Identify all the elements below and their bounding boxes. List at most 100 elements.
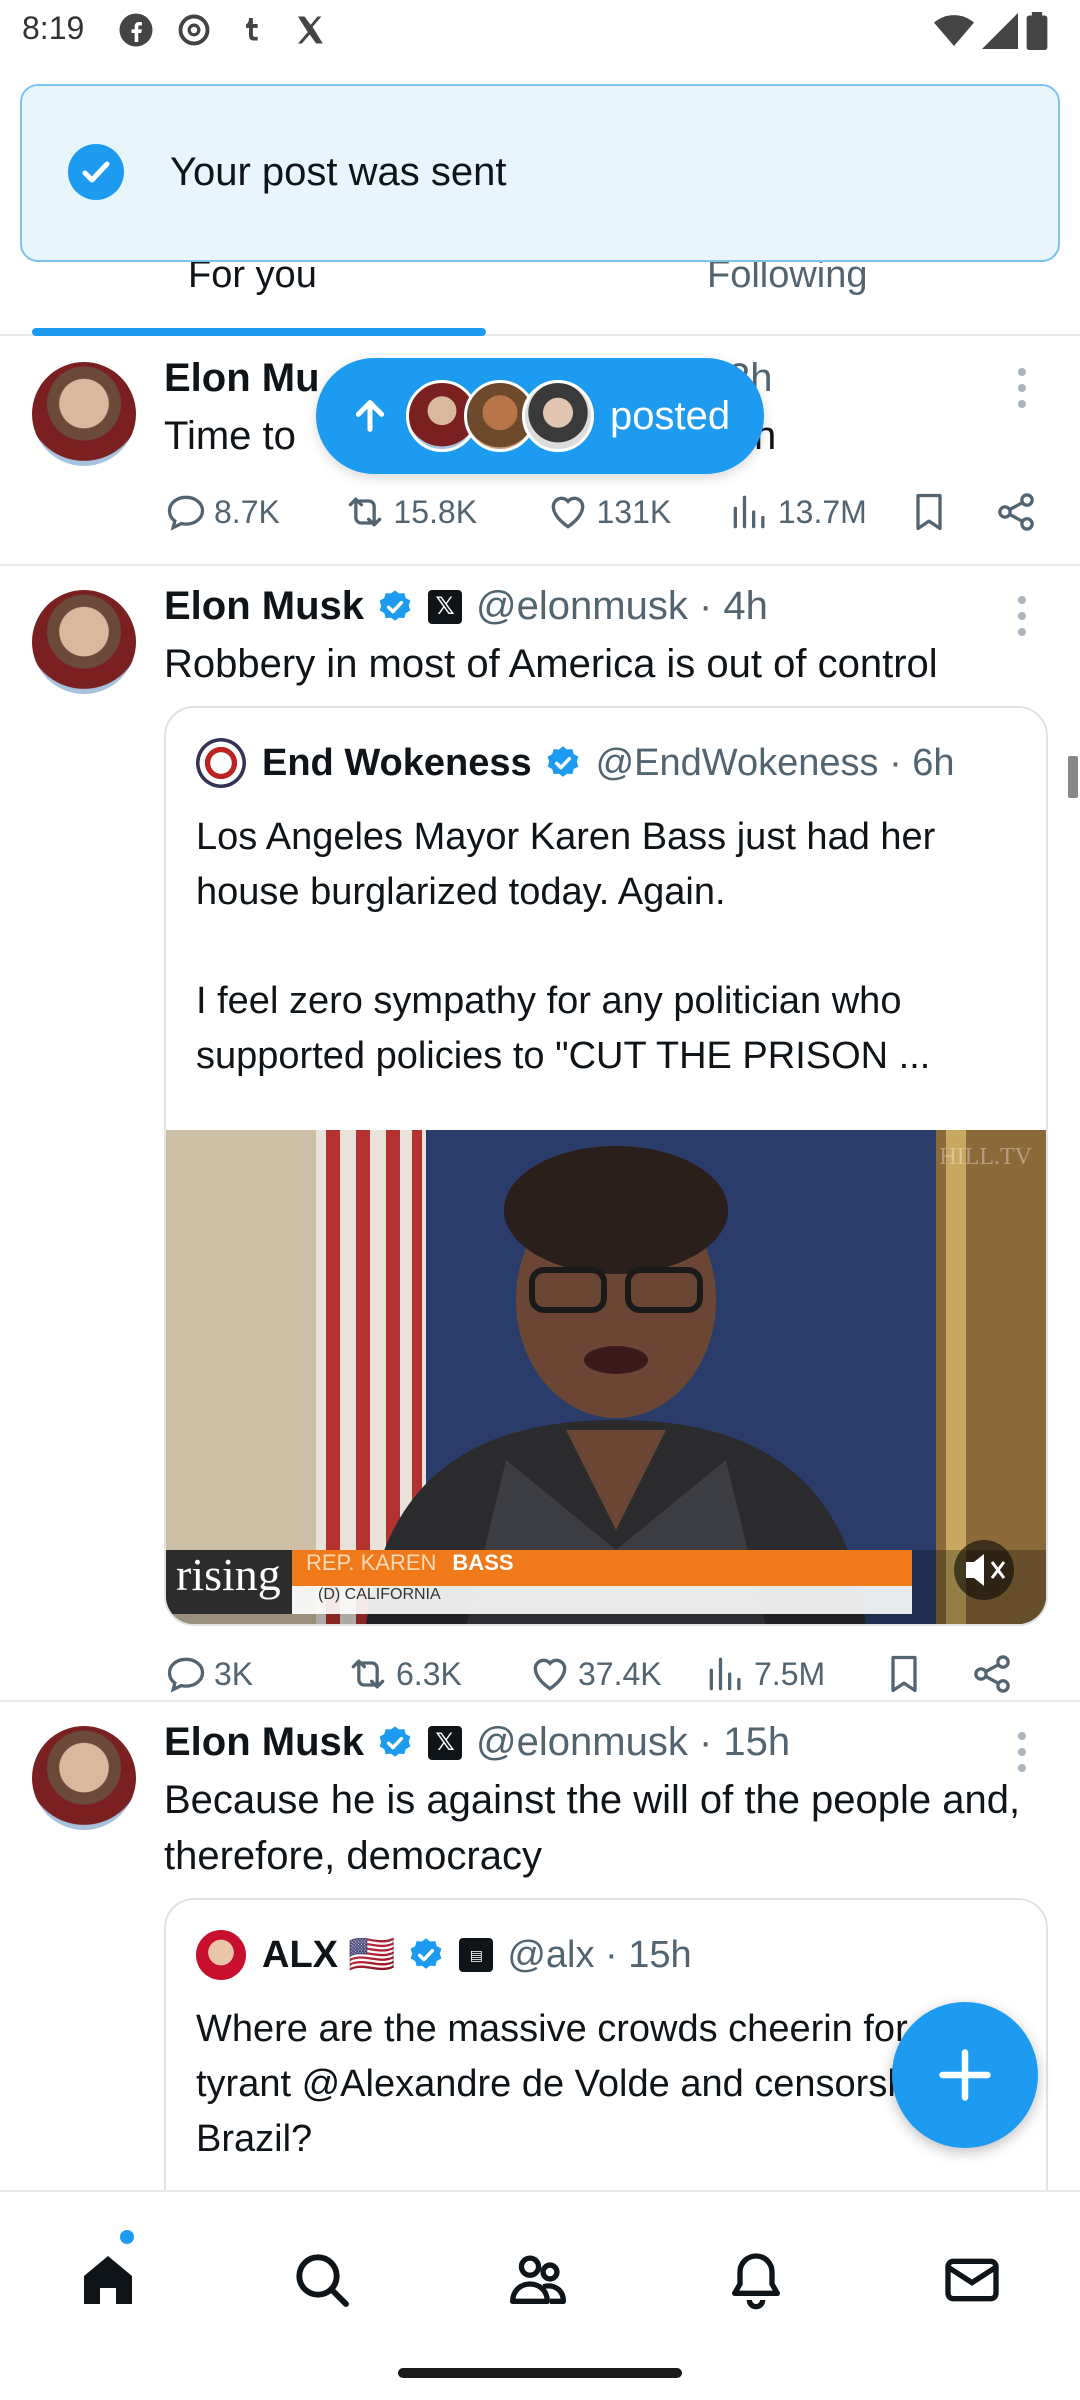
like-count: 37.4K [578, 1655, 662, 1692]
views-button[interactable]: 7.5M [704, 1652, 882, 1696]
quoted-post-header: ALX 🇺🇸 ▤ @alx · 15h [196, 1930, 692, 1980]
new-posts-pill[interactable]: posted [316, 358, 764, 474]
scrollbar[interactable] [1068, 756, 1078, 798]
quoted-author-name: ALX [262, 1933, 338, 1976]
repost-button[interactable]: 15.8K [343, 490, 546, 534]
like-count: 131K [596, 493, 672, 530]
repost-button[interactable]: 6.3K [346, 1652, 528, 1696]
post-text: Because he is against the will of the pe… [164, 1778, 1021, 1878]
author-handle: @elonmusk · 15h [476, 1720, 791, 1764]
x-affiliate-badge-icon: 𝕏 [428, 1725, 463, 1760]
author-handle: @elonmusk · 4h [476, 584, 768, 628]
views-chart-icon [709, 1657, 741, 1691]
new-posts-label: posted [610, 393, 731, 438]
new-posts-avatars [406, 380, 594, 452]
avatar[interactable] [32, 590, 136, 694]
share-icon [974, 1655, 1010, 1693]
battery-icon [1026, 12, 1048, 50]
x-icon [298, 16, 323, 44]
compose-button[interactable] [892, 2002, 1038, 2148]
bookmark-button[interactable] [907, 490, 994, 534]
bell-icon [732, 2253, 780, 2310]
author-name[interactable]: Elon Mu [164, 356, 320, 401]
verified-badge-icon [410, 1938, 442, 1969]
video-thumbnail[interactable]: HILL.TV rising REP. KAREN BASS (D) CALIF… [166, 1130, 1046, 1624]
status-time: 8:19 [22, 10, 85, 46]
affiliate-badge-icon: ▤ [459, 1938, 494, 1972]
threads-icon [178, 14, 210, 46]
signal-icon [982, 13, 1018, 49]
heart-icon [533, 1658, 567, 1691]
tumblr-icon [246, 18, 258, 41]
reply-icon [167, 495, 205, 531]
avatar [196, 1930, 246, 1980]
repost-count: 6.3K [396, 1655, 462, 1692]
lower-third-name: REP. KAREN [306, 1550, 437, 1575]
quoted-author-handle: @alx · 15h [507, 1933, 692, 1976]
search-icon [296, 2254, 349, 2307]
us-flag-icon: 🇺🇸 [348, 1934, 396, 1976]
post-header: Elon Musk 𝕏 @elonmusk · 4h [164, 584, 768, 629]
repost-icon [349, 497, 382, 527]
heart-icon [552, 496, 585, 529]
author-name[interactable]: Elon Musk [164, 1720, 364, 1765]
wifi-icon [934, 15, 974, 46]
bookmark-icon [891, 1655, 917, 1693]
reply-button[interactable]: 8.7K [164, 490, 343, 534]
show-logo: rising [176, 1549, 281, 1600]
share-button[interactable] [994, 490, 1044, 534]
nav-search[interactable] [290, 2248, 354, 2312]
reply-icon [167, 1657, 205, 1693]
bookmark-button[interactable] [882, 1652, 970, 1696]
repost-count: 15.8K [393, 493, 478, 530]
share-button[interactable] [970, 1652, 1020, 1696]
video-frame-image [166, 1130, 1046, 1624]
system-icons [934, 12, 1048, 50]
home-icon [84, 2256, 132, 2304]
views-button[interactable]: 13.7M [728, 490, 907, 534]
avatar [196, 738, 246, 788]
check-circle-icon [68, 144, 124, 200]
share-icon [998, 493, 1034, 531]
x-affiliate-badge-icon: 𝕏 [428, 589, 463, 624]
like-button[interactable]: 37.4K [528, 1652, 704, 1696]
nav-home[interactable] [76, 2248, 140, 2312]
avatar[interactable] [32, 1726, 136, 1830]
post-actions: 3K 6.3K 37.4K 7.5M [164, 1644, 1044, 1704]
verified-badge-icon [547, 746, 578, 777]
quoted-post-text-p1: Los Angeles Mayor Karen Bass just had he… [196, 816, 936, 913]
views-chart-icon [733, 495, 765, 529]
author-name[interactable]: Elon Musk [164, 584, 364, 629]
reply-button[interactable]: 3K [164, 1652, 346, 1696]
post-item[interactable]: Elon Musk 𝕏 @elonmusk · 4h Robbery in mo… [0, 566, 1080, 1702]
mail-icon [945, 2258, 999, 2302]
verified-badge-icon [379, 589, 411, 621]
nav-communities[interactable] [506, 2248, 570, 2312]
quoted-author-handle: @EndWokeness · 6h [595, 741, 955, 784]
video-watermark: HILL.TV [939, 1144, 1032, 1170]
post-header: Elon Musk 𝕏 @elonmusk · 15h [164, 1720, 790, 1765]
post-header: Elon Mu [164, 356, 320, 401]
like-button[interactable]: 131K [546, 490, 727, 534]
quoted-post[interactable]: End Wokeness @EndWokeness · 6h Los Angel… [164, 706, 1048, 1626]
arrow-up-icon [355, 400, 385, 432]
nav-messages[interactable] [940, 2248, 1004, 2312]
gesture-home-bar[interactable] [398, 2368, 682, 2378]
nav-notifications[interactable] [724, 2248, 788, 2312]
avatar[interactable] [32, 362, 136, 466]
reply-count: 3K [214, 1655, 254, 1692]
view-count: 13.7M [777, 493, 867, 530]
repost-icon [351, 1659, 385, 1689]
quoted-post-text-p2: I feel zero sympathy for any politician … [196, 980, 931, 1077]
unread-indicator [120, 2230, 134, 2244]
communities-icon [509, 2255, 566, 2304]
post-actions: 8.7K 15.8K 131K 13.7M [164, 482, 1044, 542]
verified-badge-icon [379, 1725, 411, 1757]
bookmark-icon [916, 493, 942, 531]
bottom-navigation [0, 2190, 1080, 2400]
lower-third-name2: BASS [452, 1550, 514, 1575]
notification-icons [118, 12, 328, 48]
post-sent-toast[interactable]: Your post was sent [20, 84, 1060, 262]
active-tab-indicator [32, 328, 486, 336]
post-text: Robbery in most of America is out of con… [164, 642, 938, 686]
